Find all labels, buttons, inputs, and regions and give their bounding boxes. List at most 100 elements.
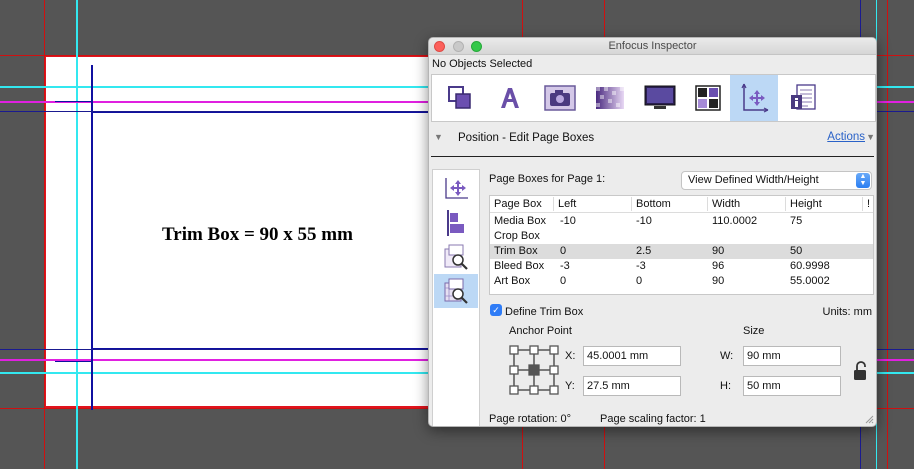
position-tab[interactable] xyxy=(730,75,778,121)
disclosure-triangle-icon[interactable]: ▼ xyxy=(434,132,443,142)
section-divider xyxy=(431,156,874,157)
column-divider xyxy=(862,197,863,211)
y-label: Y: xyxy=(565,380,575,392)
cell-box: Bleed Box xyxy=(494,260,545,272)
w-label: W: xyxy=(720,350,734,362)
units-label: Units: mm xyxy=(822,306,873,318)
cell-width: 110.0002 xyxy=(712,215,758,227)
cell-left: -10 xyxy=(560,215,576,227)
text-tab[interactable] xyxy=(490,78,530,118)
cell-box: Art Box xyxy=(494,275,531,287)
media-box-guide-v xyxy=(887,0,888,469)
window-title: Enfocus Inspector xyxy=(608,40,697,52)
image-tab[interactable] xyxy=(540,78,580,118)
object-icon xyxy=(448,86,471,109)
trim-box-label: Trim Box = 90 x 55 mm xyxy=(162,224,353,245)
section-header: ▼ Position - Edit Page Boxes Actions ▼ xyxy=(429,128,876,156)
cell-height: 75 xyxy=(790,215,803,227)
actions-dropdown-icon[interactable]: ▼ xyxy=(866,132,875,142)
zoom-page-icon xyxy=(444,244,468,270)
y-field[interactable]: 27.5 mm xyxy=(583,376,681,396)
cell-left: 0 xyxy=(560,275,567,287)
page-boxes-label: Page Boxes for Page 1: xyxy=(489,173,606,185)
column-header[interactable]: Width xyxy=(712,198,740,210)
color-tab[interactable] xyxy=(688,78,728,118)
cell-width: 90 xyxy=(712,245,725,257)
cell-box: Trim Box xyxy=(494,245,538,257)
sidebar-scale-tab[interactable] xyxy=(434,240,478,274)
section-title: Position - Edit Page Boxes xyxy=(458,132,595,144)
table-row[interactable]: Bleed Box -3 -3 96 60.9998 xyxy=(490,259,873,274)
trim-box-guide-v xyxy=(91,65,93,410)
trim-tick-h xyxy=(55,101,91,102)
width-field[interactable]: 90 mm xyxy=(743,346,841,366)
page-box-table: Page Box Left Bottom Width Height ! Medi… xyxy=(489,195,874,295)
inspector-window: Enfocus Inspector No Objects Selected ▼ … xyxy=(428,37,877,427)
cell-box: Media Box xyxy=(494,215,546,227)
cell-left: -3 xyxy=(560,260,570,272)
document-info-icon xyxy=(791,84,816,110)
sidebar-page-boxes-tab[interactable] xyxy=(434,274,478,308)
table-header: Page Box Left Bottom Width Height ! xyxy=(490,196,873,213)
selection-status: No Objects Selected xyxy=(432,58,533,70)
cell-height: 50 xyxy=(790,245,803,257)
table-row[interactable]: Art Box 0 0 90 55.0002 xyxy=(490,274,873,289)
cell-height: 60.9998 xyxy=(790,260,830,272)
column-header[interactable]: Bottom xyxy=(636,198,671,210)
cell-height: 55.0002 xyxy=(790,275,830,287)
table-row-selected[interactable]: Trim Box 0 2.5 90 50 xyxy=(490,244,873,259)
table-row[interactable]: Crop Box xyxy=(490,229,873,244)
table-row[interactable]: Media Box -10 -10 110.0002 75 xyxy=(490,214,873,229)
title-bar[interactable]: Enfocus Inspector xyxy=(429,38,876,55)
define-trim-checkbox[interactable]: ✓ xyxy=(490,304,502,316)
sidebar-move-tab[interactable] xyxy=(434,172,478,206)
column-divider xyxy=(553,197,554,211)
cell-width: 90 xyxy=(712,275,725,287)
checkmark-icon: ✓ xyxy=(492,305,500,315)
resize-grip-icon[interactable] xyxy=(864,414,874,424)
select-arrows-icon: ▲ ▼ xyxy=(856,173,870,188)
trim-tick-h xyxy=(55,361,91,362)
cell-width: 96 xyxy=(712,260,725,272)
actions-menu-link[interactable]: Actions xyxy=(827,131,865,143)
page-boxes-icon xyxy=(444,278,468,304)
move-icon xyxy=(445,178,468,199)
bleed-box-guide-v xyxy=(76,0,78,469)
column-header[interactable]: Left xyxy=(558,198,576,210)
position-icon xyxy=(741,83,769,113)
shading-tab[interactable] xyxy=(590,78,630,118)
output-tab[interactable] xyxy=(640,78,680,118)
media-box-guide-v xyxy=(44,0,45,469)
view-mode-value: View Defined Width/Height xyxy=(688,174,819,186)
x-field[interactable]: 45.0001 mm xyxy=(583,346,681,366)
sidebar-align-tab[interactable] xyxy=(434,206,478,240)
cell-left: 0 xyxy=(560,245,567,257)
cell-box: Crop Box xyxy=(494,230,540,242)
column-header[interactable]: ! xyxy=(867,198,870,210)
column-divider xyxy=(785,197,786,211)
document-info-tab[interactable] xyxy=(784,78,824,118)
monitor-icon xyxy=(644,85,676,109)
size-label: Size xyxy=(743,325,765,337)
anchor-point-selector[interactable] xyxy=(509,345,559,395)
column-header[interactable]: Page Box xyxy=(494,198,542,210)
column-divider xyxy=(707,197,708,211)
define-trim-label: Define Trim Box xyxy=(505,306,584,318)
cell-bottom: -3 xyxy=(636,260,646,272)
view-mode-select[interactable]: View Defined Width/Height ▲ ▼ xyxy=(681,171,872,190)
color-grid-icon xyxy=(695,85,721,111)
h-label: H: xyxy=(720,380,731,392)
column-divider xyxy=(631,197,632,211)
object-tab[interactable] xyxy=(440,78,480,118)
x-label: X: xyxy=(565,350,576,362)
height-field[interactable]: 50 mm xyxy=(743,376,841,396)
column-header[interactable]: Height xyxy=(790,198,822,210)
position-sidebar xyxy=(432,169,480,426)
align-icon xyxy=(447,210,464,236)
cell-bottom: 0 xyxy=(636,275,643,287)
image-icon xyxy=(544,85,576,111)
cell-bottom: -10 xyxy=(636,215,652,227)
unlock-icon[interactable] xyxy=(853,361,869,381)
cell-bottom: 2.5 xyxy=(636,245,652,257)
inspector-toolbar xyxy=(431,74,876,122)
